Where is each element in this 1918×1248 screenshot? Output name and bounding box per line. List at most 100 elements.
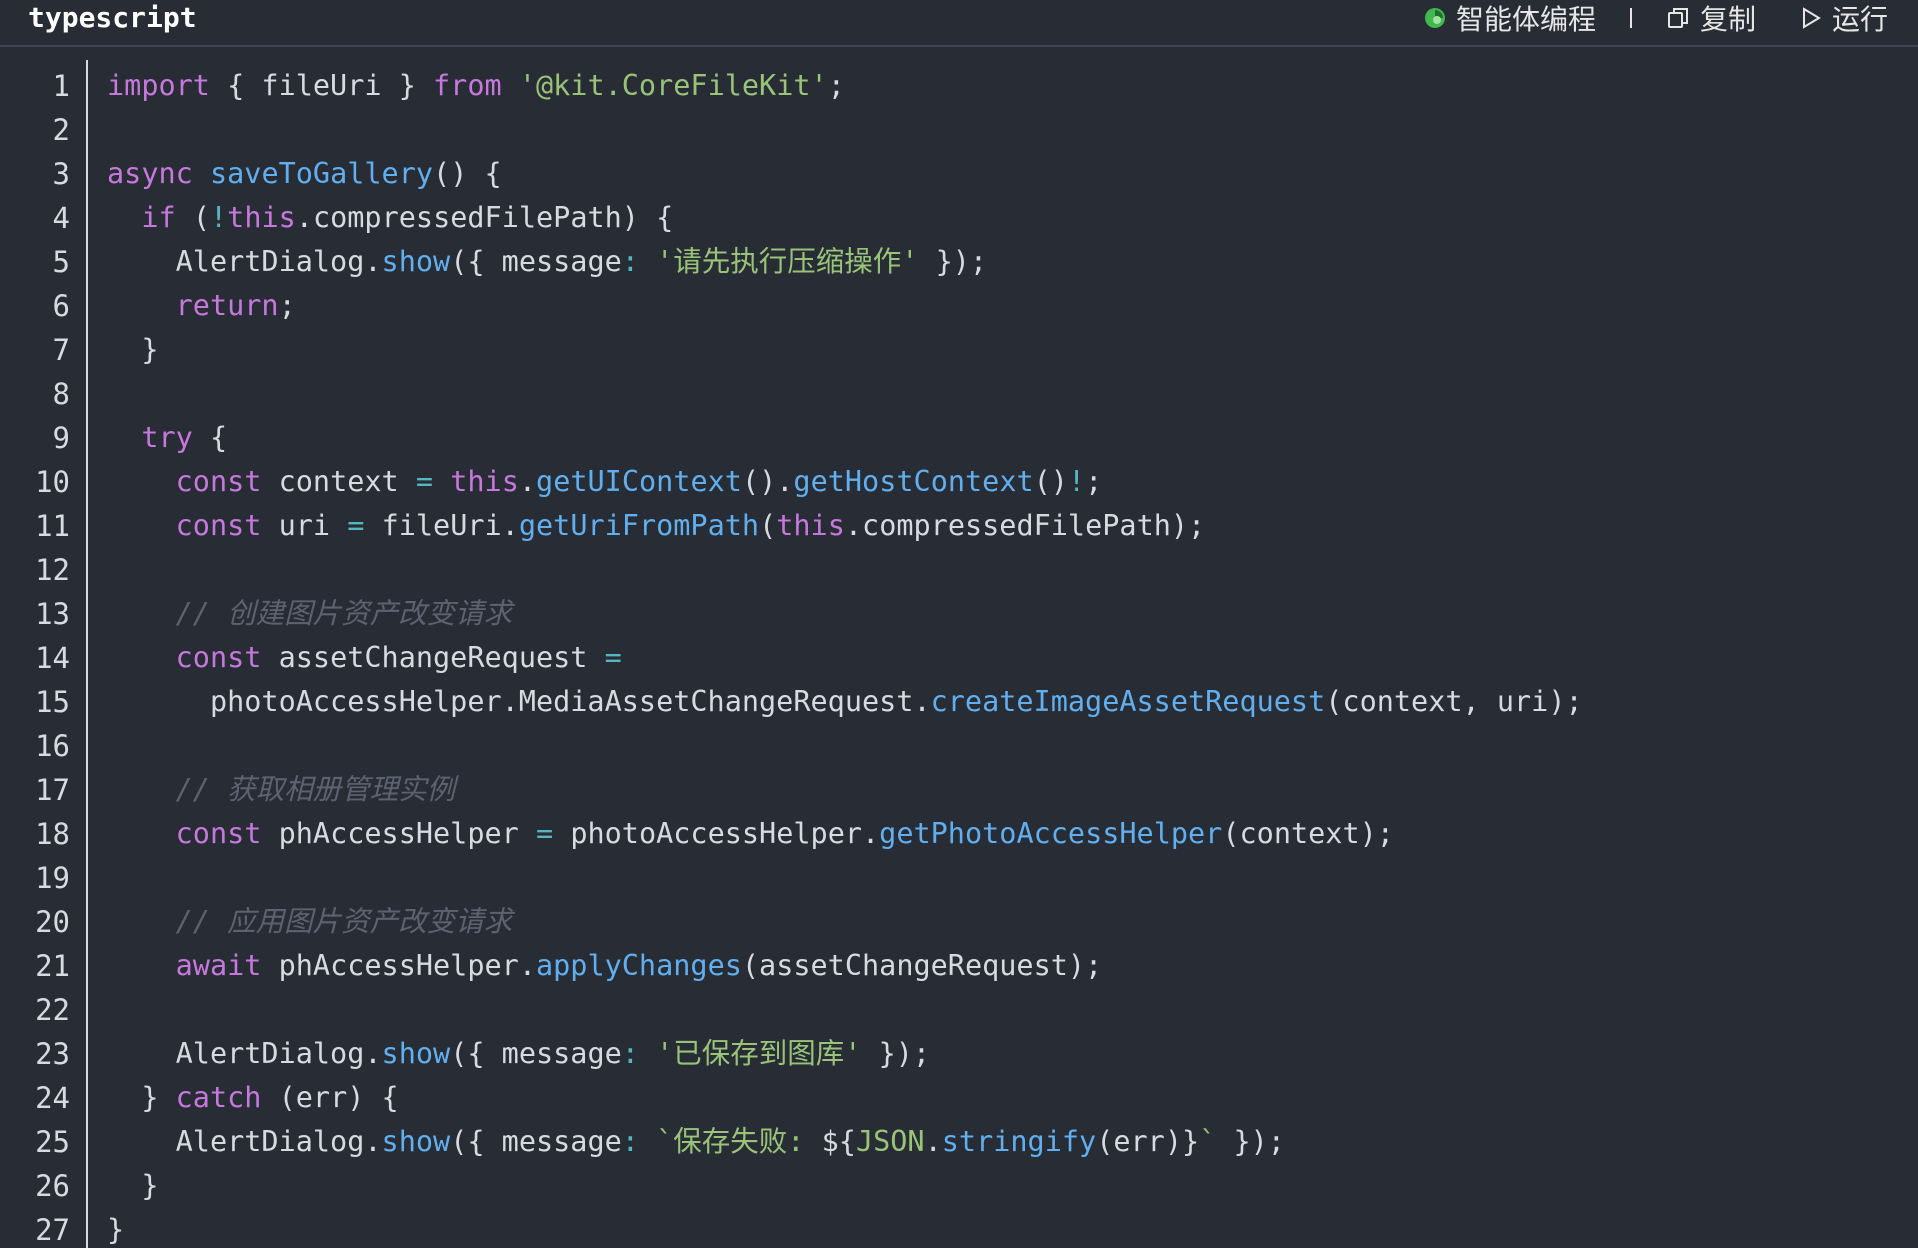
play-icon bbox=[1800, 6, 1822, 30]
line-number: 25 bbox=[35, 1125, 70, 1159]
code-token: getUIContext bbox=[536, 465, 742, 498]
line-number: 11 bbox=[35, 509, 70, 543]
code-token: from bbox=[433, 69, 502, 102]
actions-divider bbox=[1629, 8, 1632, 28]
code-token: // 获取相册管理实例 bbox=[175, 773, 456, 806]
code-token: }); bbox=[861, 1037, 931, 1070]
line-number: 5 bbox=[52, 245, 70, 279]
line-number: 23 bbox=[35, 1037, 70, 1071]
line-number: 7 bbox=[52, 333, 70, 367]
code-token: this bbox=[227, 201, 296, 234]
code-token: (err)} bbox=[1096, 1125, 1200, 1158]
code-token: photoAccessHelper.MediaAssetChangeReques… bbox=[107, 685, 931, 718]
code-line: // 应用图片资产改变请求 bbox=[107, 900, 512, 944]
code-block: typescript 智能体编程 复制 运行 1 2 3 4 5 6 7 8 9… bbox=[0, 0, 1918, 1248]
code-token: JSON bbox=[855, 1125, 925, 1158]
line-number: 1 bbox=[52, 69, 70, 103]
code-line: const assetChangeRequest = bbox=[107, 636, 622, 680]
code-token: AlertDialog. bbox=[107, 1125, 382, 1158]
code-token: show bbox=[381, 245, 451, 278]
line-number: 6 bbox=[52, 289, 70, 323]
code-token: AlertDialog. bbox=[107, 1037, 382, 1070]
line-number: 2 bbox=[52, 113, 70, 147]
code-line: import { fileUri } from '@kit.CoreFileKi… bbox=[107, 64, 845, 108]
code-token: ( bbox=[759, 509, 777, 542]
code-token: stringify bbox=[941, 1125, 1097, 1158]
code-line: } catch (err) { bbox=[107, 1076, 399, 1120]
code-line: // 获取相册管理实例 bbox=[107, 768, 455, 812]
copy-button[interactable]: 复制 bbox=[1666, 0, 1756, 38]
line-number: 19 bbox=[35, 861, 70, 895]
line-number: 8 bbox=[52, 377, 70, 411]
code-line: const phAccessHelper = photoAccessHelper… bbox=[107, 812, 1394, 856]
line-number: 15 bbox=[35, 685, 70, 719]
code-token: (). bbox=[741, 465, 794, 498]
code-line: await phAccessHelper.applyChanges(assetC… bbox=[107, 944, 1103, 988]
run-button[interactable]: 运行 bbox=[1800, 0, 1888, 38]
code-token: (context); bbox=[1222, 817, 1394, 850]
code-token: ! bbox=[1067, 465, 1086, 498]
line-number: 12 bbox=[35, 553, 70, 587]
code-token: phAccessHelper. bbox=[261, 949, 536, 982]
code-token: } bbox=[107, 1169, 159, 1202]
code-token: // 应用图片资产改变请求 bbox=[175, 905, 513, 938]
code-token: return bbox=[175, 289, 279, 322]
line-number: 24 bbox=[35, 1081, 70, 1115]
code-token: const bbox=[175, 509, 262, 542]
code-token: } bbox=[107, 333, 159, 366]
code-token: () bbox=[1033, 465, 1068, 498]
code-token: '已保存到图库' bbox=[656, 1037, 862, 1070]
code-line: if (!this.compressedFilePath) { bbox=[107, 196, 673, 240]
code-token: (err) { bbox=[261, 1081, 399, 1114]
code-token: assetChangeRequest bbox=[261, 641, 605, 674]
line-number: 22 bbox=[35, 993, 70, 1027]
code-line: AlertDialog.show({ message: '请先执行压缩操作' }… bbox=[107, 240, 987, 284]
code-token: (context, uri); bbox=[1325, 685, 1583, 718]
code-token: { fileUri } bbox=[209, 69, 434, 102]
code-token: this bbox=[450, 465, 519, 498]
code-token: getHostContext bbox=[793, 465, 1034, 498]
line-number: 26 bbox=[35, 1169, 70, 1203]
code-line: // 创建图片资产改变请求 bbox=[107, 592, 512, 636]
line-number-gutter: 1 2 3 4 5 6 7 8 9 10 11 12 13 14 15 16 17 18 19 20 21 22 23 24 2… bbox=[0, 60, 88, 1248]
line-number: 13 bbox=[35, 597, 70, 631]
code-token: = bbox=[347, 509, 365, 542]
code-token: await bbox=[175, 949, 262, 982]
line-number: 14 bbox=[35, 641, 70, 675]
code-token: () { bbox=[433, 157, 502, 190]
code-line: const uri = fileUri.getUriFromPath(this.… bbox=[107, 504, 1206, 548]
code-line: async saveToGallery() { bbox=[107, 152, 502, 196]
code-token: ({ message bbox=[450, 245, 622, 278]
code-token: show bbox=[381, 1125, 451, 1158]
code-line: } bbox=[107, 1208, 124, 1248]
code-token: .compressedFilePath) { bbox=[295, 201, 674, 234]
code-token: }); bbox=[918, 245, 988, 278]
code-token: phAccessHelper bbox=[261, 817, 536, 850]
code-token: . bbox=[518, 465, 537, 498]
line-number: 9 bbox=[52, 421, 70, 455]
copy-icon bbox=[1666, 6, 1690, 30]
code-token: ({ message bbox=[450, 1037, 622, 1070]
code-line: photoAccessHelper.MediaAssetChangeReques… bbox=[107, 680, 1583, 724]
code-line: AlertDialog.show({ message: `保存失败: ${JSO… bbox=[107, 1120, 1285, 1164]
code-token: .compressedFilePath); bbox=[844, 509, 1206, 542]
line-number: 10 bbox=[35, 465, 70, 499]
line-number: 27 bbox=[35, 1213, 70, 1247]
code-token: . bbox=[924, 1125, 942, 1158]
line-number: 4 bbox=[52, 201, 70, 235]
code-token: getUriFromPath bbox=[518, 509, 760, 542]
code-token: }); bbox=[1216, 1125, 1285, 1158]
code-token: fileUri. bbox=[364, 509, 519, 542]
agent-coding-button[interactable]: 智能体编程 bbox=[1424, 0, 1596, 38]
